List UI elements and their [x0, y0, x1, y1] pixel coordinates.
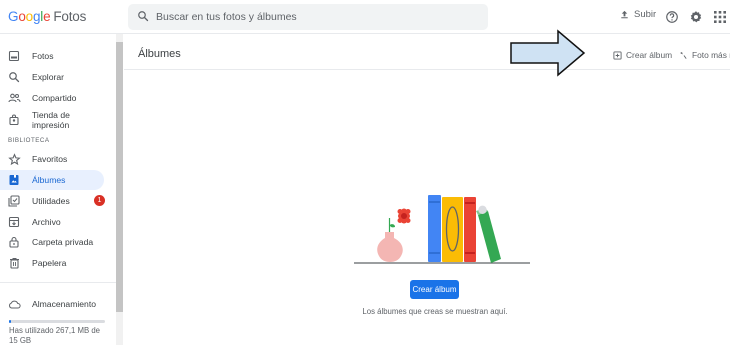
- sidebar-scrollbar[interactable]: [116, 34, 123, 345]
- search-icon: [138, 11, 149, 22]
- archive-icon: [7, 215, 21, 229]
- sidebar: Fotos Explorar Compartido Tienda de impr…: [0, 34, 116, 345]
- logo-letter: e: [43, 9, 51, 24]
- logo-letter: o: [25, 9, 34, 24]
- lock-icon: [7, 235, 21, 249]
- sidebar-item-label: Álbumes: [32, 175, 66, 185]
- upload-icon: [621, 10, 628, 19]
- sidebar-item-explore[interactable]: Explorar: [0, 67, 104, 87]
- sidebar-item-label: Favoritos: [32, 154, 68, 164]
- upload-button[interactable]: Subir: [619, 9, 656, 20]
- apps-grid-icon[interactable]: [712, 9, 728, 25]
- sidebar-item-archive[interactable]: Archivo: [0, 212, 104, 232]
- search-icon: [7, 70, 21, 84]
- search-input[interactable]: [156, 4, 476, 30]
- gear-icon[interactable]: [688, 9, 704, 25]
- sidebar-item-label: Explorar: [32, 72, 64, 82]
- add-album-icon: [613, 50, 622, 60]
- empty-albums-illustration: [354, 195, 530, 264]
- library-section-title: BIBLIOTECA: [8, 137, 50, 144]
- album-icon: [7, 173, 21, 187]
- sidebar-item-shared[interactable]: Compartido: [0, 88, 104, 108]
- upload-label: Subir: [634, 9, 657, 20]
- notification-badge: 1: [94, 195, 105, 206]
- help-icon[interactable]: [664, 9, 680, 25]
- google-photos-logo[interactable]: Google Fotos: [8, 9, 86, 24]
- main-header: Álbumes Crear álbum Foto más re: [124, 34, 730, 70]
- trash-icon: [7, 256, 21, 270]
- sidebar-item-label: Utilidades: [32, 196, 70, 206]
- utilities-icon: [7, 194, 21, 208]
- annotation-arrow-icon: [510, 29, 586, 77]
- photo-book-action[interactable]: Foto más re: [679, 50, 730, 60]
- empty-state-message: Los álbumes que creas se muestran aquí.: [362, 307, 508, 316]
- sidebar-item-albums[interactable]: Álbumes: [0, 170, 104, 190]
- shopping-bag-icon: [7, 113, 21, 127]
- search-bar[interactable]: [128, 4, 488, 30]
- sidebar-item-utilities[interactable]: Utilidades: [0, 191, 104, 211]
- page-title: Álbumes: [138, 48, 181, 60]
- sidebar-item-locked-folder[interactable]: Carpeta privada: [0, 232, 104, 252]
- sidebar-item-trash[interactable]: Papelera: [0, 253, 104, 273]
- storage-progress-bar: [9, 320, 105, 323]
- sidebar-item-photos[interactable]: Fotos: [0, 46, 104, 66]
- sidebar-item-storage[interactable]: Almacenamiento: [0, 294, 104, 314]
- sidebar-item-label: Almacenamiento: [32, 299, 97, 309]
- sidebar-item-print-store[interactable]: Tienda de impresión: [0, 108, 104, 132]
- photo-icon: [7, 49, 21, 63]
- people-icon: [7, 91, 21, 105]
- scrollbar-thumb[interactable]: [116, 42, 123, 312]
- sidebar-item-label: Carpeta privada: [32, 237, 94, 247]
- logo-letter: o: [18, 9, 26, 24]
- sidebar-divider: [0, 282, 116, 283]
- storage-progress-fill: [9, 320, 11, 323]
- sidebar-item-label: Archivo: [32, 217, 61, 227]
- create-album-button[interactable]: Crear álbum: [410, 280, 459, 299]
- photo-book-icon: [680, 51, 687, 59]
- cloud-icon: [7, 297, 21, 311]
- create-album-label: Crear álbum: [626, 50, 673, 60]
- create-album-action[interactable]: Crear álbum: [613, 50, 672, 60]
- top-bar: GoogleFotos Subir: [0, 0, 730, 34]
- sidebar-item-label: Fotos: [32, 51, 54, 61]
- photo-book-label: Foto más re: [692, 50, 730, 60]
- sidebar-item-label: Papelera: [32, 258, 67, 268]
- logo-letter: G: [8, 9, 19, 24]
- star-icon: [7, 152, 21, 166]
- sidebar-item-label: Tienda de impresión: [32, 110, 70, 130]
- storage-usage-text: Has utilizado 267,1 MB de 15 GB: [9, 326, 101, 345]
- product-name: Fotos: [53, 9, 87, 24]
- sidebar-item-favorites[interactable]: Favoritos: [0, 149, 104, 169]
- sidebar-item-label: Compartido: [32, 93, 77, 103]
